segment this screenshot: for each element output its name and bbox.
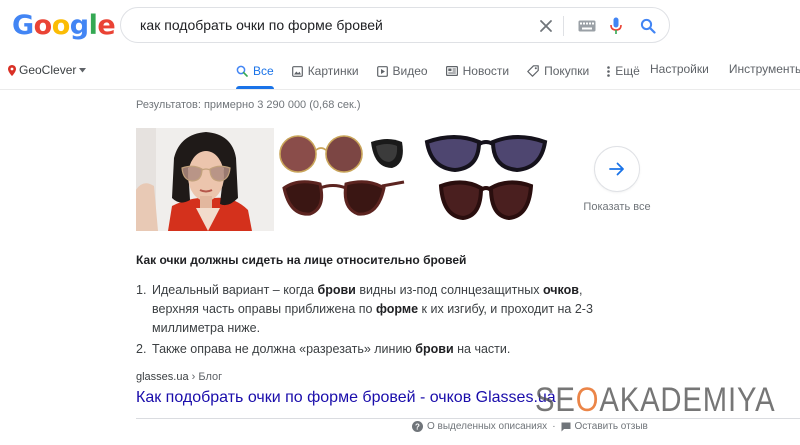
tab-label: Видео: [392, 64, 428, 78]
list-item-text: Идеальный вариант – когда брови видны из…: [152, 281, 616, 338]
location-selector[interactable]: GeoClever: [8, 63, 87, 77]
seoakademiya-watermark: SEOAKADEMIYA: [535, 381, 776, 420]
list-number: 2.: [136, 342, 147, 356]
about-snippets-link[interactable]: ? О выделенных описаниях: [412, 421, 547, 432]
footer-separator: ·: [552, 421, 556, 432]
highlighted-term: очков: [542, 283, 579, 297]
woman-sunglasses-image: [136, 128, 274, 231]
feedback-icon: [561, 422, 571, 431]
highlighted-term: брови: [317, 283, 356, 297]
snippet-footer: ? О выделенных описаниях · Оставить отзы…: [412, 421, 648, 432]
about-snippets-label: О выделенных описаниях: [427, 421, 548, 432]
clear-icon[interactable]: [537, 17, 555, 35]
logo-letter: G: [12, 10, 34, 41]
microphone-icon[interactable]: [607, 17, 625, 35]
list-item: 2. Также оправа не должна «разрезать» ли…: [136, 340, 616, 359]
search-input[interactable]: [138, 16, 522, 34]
tab-label: Ещё: [615, 64, 640, 78]
image-thumbnail[interactable]: [136, 128, 274, 231]
search-divider: [563, 16, 564, 36]
settings-link[interactable]: Настройки: [650, 62, 709, 76]
show-all-images-button[interactable]: Показать все: [582, 146, 652, 213]
highlighted-term: брови: [415, 342, 454, 356]
tab-news[interactable]: Новости: [445, 62, 510, 80]
sunglasses-image: [417, 128, 555, 231]
featured-snippet-heading: Как очки должны сидеть на лице относител…: [136, 253, 467, 267]
watermark-text: SE: [535, 381, 576, 419]
text-segment: Идеальный вариант – когда: [152, 283, 318, 297]
location-label: GeoClever: [19, 63, 77, 77]
search-tabs: Все Картинки Видео Новости Покупки Ещё: [236, 62, 658, 80]
tab-label: Все: [253, 64, 274, 78]
more-icon: [607, 65, 611, 77]
image-results-row: [136, 128, 555, 231]
tab-images[interactable]: Картинки: [291, 62, 359, 80]
video-icon: [376, 65, 388, 77]
highlighted-term: форме: [376, 302, 419, 316]
featured-snippet-list: 1. Идеальный вариант – когда брови видны…: [136, 281, 616, 361]
logo-letter: e: [97, 10, 116, 41]
image-thumbnail[interactable]: [417, 128, 555, 231]
tab-shopping[interactable]: Покупки: [527, 62, 589, 80]
tools-link[interactable]: Инструменты: [729, 62, 800, 76]
image-icon: [291, 65, 303, 77]
result-title-link[interactable]: Как подобрать очки по форме бровей - очк…: [136, 389, 556, 407]
watermark-text: AKADEMIYA: [599, 381, 776, 419]
tag-icon: [527, 65, 539, 77]
arrow-right-icon: [609, 162, 624, 176]
logo-letter: g: [69, 10, 89, 41]
keyboard-icon[interactable]: [578, 17, 596, 35]
search-submit-icon[interactable]: [639, 17, 657, 35]
watermark-accent: O: [575, 381, 600, 419]
list-item-text: Также оправа не должна «разрезать» линию…: [152, 340, 510, 359]
news-icon: [445, 66, 458, 76]
feedback-label: Оставить отзыв: [574, 421, 648, 432]
text-segment: Также оправа не должна «разрезать» линию: [152, 342, 416, 356]
logo-letter: o: [51, 10, 71, 41]
list-item: 1. Идеальный вариант – когда брови видны…: [136, 281, 616, 338]
source-domain: glasses.ua: [136, 371, 189, 383]
list-number: 1.: [136, 283, 147, 297]
google-logo[interactable]: Google: [12, 10, 116, 41]
search-box: [120, 7, 670, 43]
location-pin-icon: [8, 64, 16, 76]
caret-down-icon: [79, 67, 87, 72]
image-thumbnail[interactable]: [276, 128, 415, 231]
text-segment: на части.: [453, 342, 511, 356]
results-stats: Результатов: примерно 3 290 000 (0,68 се…: [136, 99, 361, 111]
result-source: glasses.ua › Блог: [136, 371, 222, 383]
help-icon: ?: [412, 421, 423, 432]
header-divider: [0, 89, 800, 90]
tab-all[interactable]: Все: [236, 62, 274, 80]
feedback-link[interactable]: Оставить отзыв: [561, 421, 648, 432]
show-all-circle: [594, 146, 640, 192]
text-segment: видны из-под солнцезащитных: [355, 283, 543, 297]
svg-text:?: ?: [415, 422, 420, 431]
snippet-footer-divider: [136, 418, 800, 419]
tab-label: Новости: [462, 64, 510, 78]
tab-label: Картинки: [307, 64, 359, 78]
logo-letter: o: [33, 10, 53, 41]
search-tools: Настройки Инструменты: [650, 62, 800, 76]
sunglasses-image: [276, 128, 415, 231]
tab-videos[interactable]: Видео: [376, 62, 428, 80]
tab-label: Покупки: [544, 64, 590, 78]
search-icon: [236, 65, 248, 77]
source-breadcrumb: › Блог: [191, 371, 223, 383]
tab-more[interactable]: Ещё: [607, 62, 640, 80]
show-all-label: Показать все: [583, 201, 651, 213]
